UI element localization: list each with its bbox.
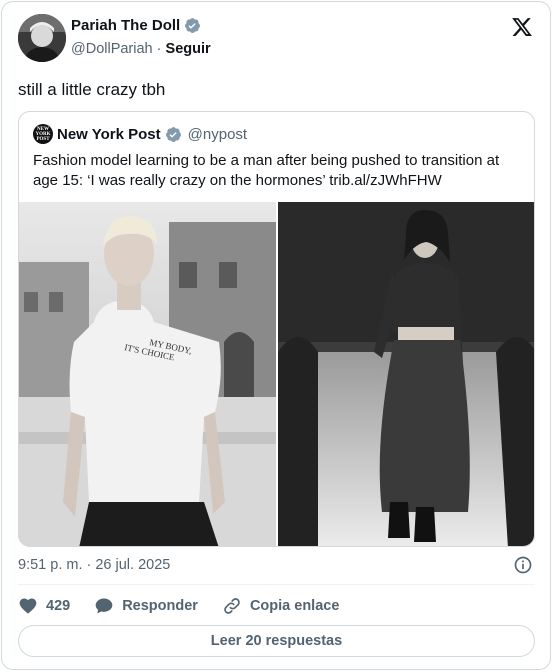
reply-bubble-icon bbox=[95, 598, 113, 614]
verified-badge-icon bbox=[185, 18, 201, 33]
photo-model-street[interactable]: MY BODY, IT'S CHOICE bbox=[19, 202, 276, 547]
quoted-tweet[interactable]: NEW YORK POST New York Post @nypost Fash… bbox=[18, 111, 535, 547]
author-name-row[interactable]: Pariah The Doll bbox=[71, 17, 201, 34]
heart-icon bbox=[19, 598, 37, 614]
avatar-image bbox=[18, 14, 66, 62]
action-bar: 429 Responder Copia enlace bbox=[18, 594, 363, 618]
quoted-author-name: New York Post bbox=[57, 126, 161, 143]
copy-link-button[interactable]: Copia enlace bbox=[222, 596, 339, 616]
copy-link-label: Copia enlace bbox=[249, 598, 340, 614]
read-replies-button[interactable]: Leer 20 respuestas bbox=[18, 625, 535, 657]
like-button[interactable]: 429 bbox=[18, 596, 70, 616]
reply-button[interactable]: Responder bbox=[94, 596, 198, 616]
tweet-text: still a little crazy tbh bbox=[18, 80, 166, 99]
photo-model-runway[interactable] bbox=[278, 202, 535, 547]
separator-dot: · bbox=[156, 41, 162, 57]
nypost-avatar: NEW YORK POST bbox=[33, 124, 53, 144]
link-icon bbox=[224, 598, 240, 614]
quoted-text: Fashion model learning to be a man after… bbox=[33, 152, 500, 189]
read-replies-label: Leer 20 respuestas bbox=[210, 633, 343, 649]
reply-label: Responder bbox=[122, 598, 198, 614]
tweet-card: Pariah The Doll @DollPariah · Seguir sti… bbox=[1, 1, 551, 670]
quoted-media[interactable]: MY BODY, IT'S CHOICE bbox=[19, 202, 535, 547]
info-icon[interactable] bbox=[513, 555, 533, 575]
quoted-verified-badge-icon bbox=[165, 127, 181, 142]
quoted-author-handle: @nypost bbox=[187, 126, 248, 143]
follow-button[interactable]: Seguir bbox=[166, 41, 211, 57]
tweet-timestamp[interactable]: 9:51 p. m. · 26 jul. 2025 bbox=[18, 557, 170, 573]
author-avatar[interactable] bbox=[18, 14, 66, 62]
author-subline: @DollPariah · Seguir bbox=[71, 41, 211, 57]
author-handle[interactable]: @DollPariah bbox=[71, 41, 153, 57]
like-count: 429 bbox=[46, 598, 71, 614]
x-logo-icon[interactable] bbox=[511, 16, 533, 38]
author-name[interactable]: Pariah The Doll bbox=[71, 17, 180, 34]
quoted-name-row: New York Post @nypost bbox=[57, 126, 247, 143]
nypost-avatar-text: NEW YORK POST bbox=[35, 126, 51, 142]
divider bbox=[18, 584, 535, 585]
